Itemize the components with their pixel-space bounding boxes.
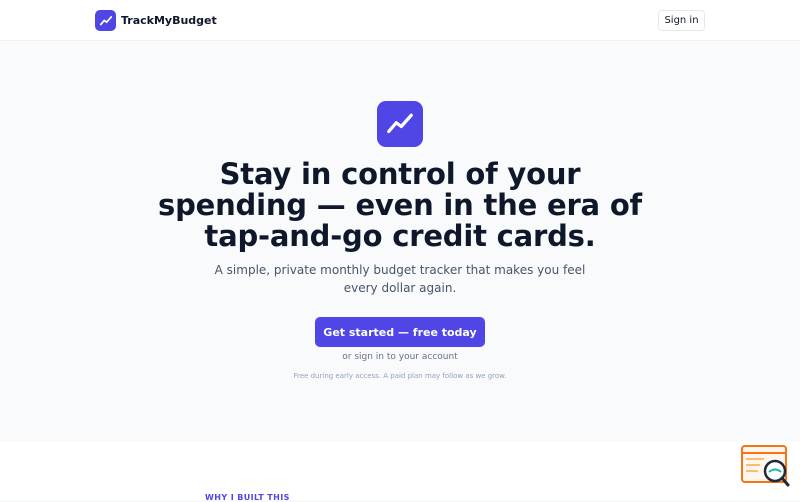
brand-name: TrackMyBudget [121, 14, 217, 27]
site-header: TrackMyBudget Sign in [0, 0, 800, 41]
hero-headline: Stay in control of your spending — even … [158, 157, 642, 253]
early-access-note: Free during early access. A paid plan ma… [293, 372, 507, 380]
hero-section: Stay in control of your spending — even … [0, 42, 800, 442]
sign-in-link[interactable]: or sign in to your account [300, 352, 500, 362]
why-section: WHY I BUILT THIS [0, 442, 800, 502]
sign-in-button[interactable]: Sign in [658, 10, 705, 31]
trending-up-icon [95, 10, 116, 31]
search-window-icon[interactable] [740, 444, 792, 488]
hero-subheadline: A simple, private monthly budget tracker… [214, 263, 586, 295]
brand-link[interactable]: TrackMyBudget [95, 10, 217, 31]
get-started-button[interactable]: Get started — free today [315, 317, 485, 347]
trending-up-icon [377, 101, 423, 147]
section-label: WHY I BUILT THIS [205, 493, 290, 502]
